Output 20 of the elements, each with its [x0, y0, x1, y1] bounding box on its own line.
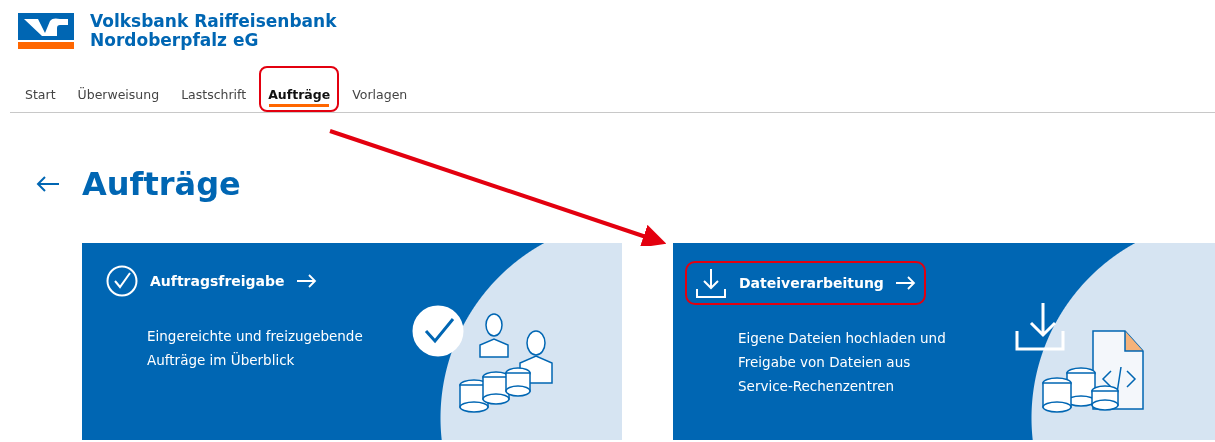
- nav-tab[interactable]: Vorlagen: [343, 78, 417, 112]
- card-description: Eingereichte und freizugebende Aufträge im Überblick: [147, 327, 363, 371]
- card-description: Eigene Dateien hochladen und Freigabe von Dateien aus Service-Rechenzentren: [738, 329, 946, 397]
- arrow-right-icon: [296, 274, 317, 289]
- check-circle-icon: [106, 265, 138, 298]
- feature-card[interactable]: Dateiverarbeitung Eigene Dateien hochladen und Freigabe von Dateien aus Service-Rechenzentren: [673, 243, 1215, 441]
- feature-card[interactable]: Auftragsfreigabe Eingereichte und freizugebende Aufträge im Überblick: [82, 243, 622, 441]
- card-title-link[interactable]: Dateiverarbeitung: [685, 261, 926, 306]
- download-icon: [695, 267, 727, 300]
- nav-tab[interactable]: Start: [16, 78, 65, 112]
- arrow-right-icon: [895, 276, 916, 291]
- card-title-link[interactable]: Auftragsfreigabe: [100, 261, 323, 302]
- page-title: Aufträge: [82, 165, 241, 204]
- bank-name: Volksbank Raiffeisenbank: [90, 12, 337, 31]
- nav-tab[interactable]: Lastschrift: [172, 78, 256, 112]
- back-arrow-icon[interactable]: [36, 176, 60, 193]
- bank-logo-icon: [18, 13, 74, 49]
- nav-tab[interactable]: Aufträge: [259, 66, 340, 112]
- bank-name: Nordoberpfalz eG: [90, 31, 260, 50]
- nav-tab[interactable]: Überweisung: [68, 78, 169, 112]
